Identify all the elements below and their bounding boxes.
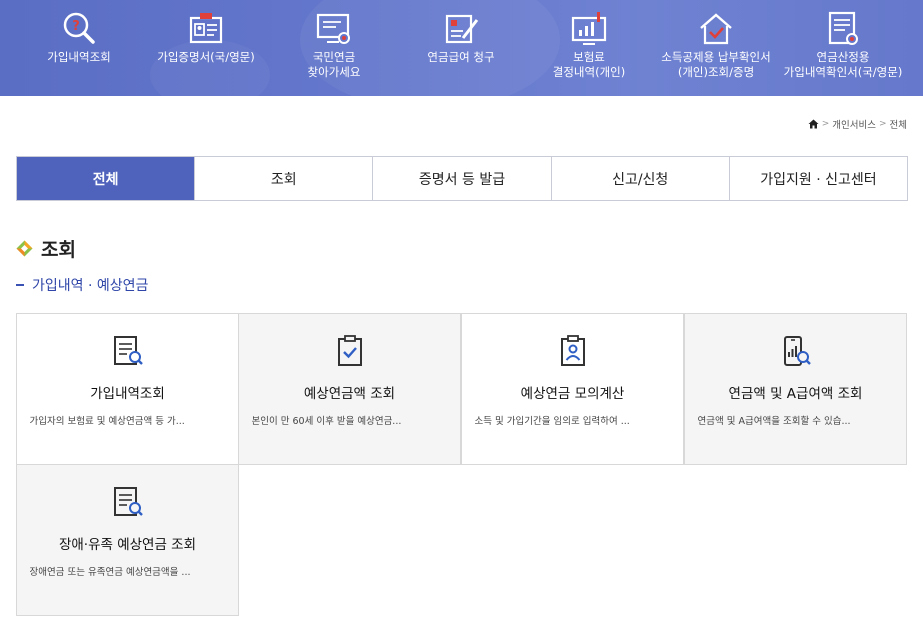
svg-text:?: ? (72, 19, 80, 34)
quick-menu-banner: ? 가입내역조회 가입증명서(국/영문) 국민연금 찾아가세요 연금급여 청구 … (0, 0, 923, 96)
phone-chart-search-icon (783, 336, 811, 366)
tab-certificate-issue[interactable]: 증명서 등 발급 (372, 157, 551, 200)
form-pen-icon (445, 14, 479, 44)
id-card-icon (189, 13, 223, 44)
dash-bullet-icon (16, 284, 24, 286)
monitor-search-icon (316, 13, 350, 44)
subsection-title: 가입내역 · 예상연금 (32, 278, 149, 294)
card-title: 가입내역조회 (90, 386, 165, 402)
card-title: 장애·유족 예상연금 조회 (58, 537, 197, 553)
document-search-icon (828, 11, 858, 45)
tab-inquiry[interactable]: 조회 (194, 157, 373, 200)
quick-menu-item-enrollment-history[interactable]: ? 가입내역조회 (16, 10, 142, 90)
quick-menu-label: 가입내역조회 (47, 50, 111, 64)
service-card-pension-simulation[interactable]: 예상연금 모의계산 소득 및 가입기간을 임의로 입력하여 ... (461, 313, 684, 465)
quick-menu-label: 연금급여 청구 (427, 50, 495, 64)
service-card-expected-pension[interactable]: 예상연금액 조회 본인이 만 60세 이후 받을 예상연금... (238, 313, 461, 465)
home-icon[interactable] (808, 119, 819, 129)
section-title: 조회 (41, 238, 76, 261)
breadcrumb: > 개인서비스 > 전체 (808, 116, 907, 132)
clipboard-person-icon (560, 335, 585, 366)
quick-menu-label: 가입증명서(국/영문) (157, 50, 255, 64)
card-description: 소득 및 가입기간을 임의로 입력하여 ... (474, 416, 630, 427)
subsection-heading: 가입내역 · 예상연금 (16, 275, 148, 295)
quick-menu-label: 연금산정용 가입내역확인서(국/영문) (783, 50, 903, 79)
quick-menu-item-pension-calc-certificate[interactable]: 연금산정용 가입내역확인서(국/영문) (780, 10, 906, 90)
diamond-bullet-icon (16, 240, 33, 256)
breadcrumb-separator-icon: > (821, 119, 830, 129)
document-search-icon (113, 336, 143, 365)
service-card-pension-amount[interactable]: 연금액 및 A급여액 조회 연금액 및 A급여액을 조회할 수 있습... (684, 313, 907, 465)
breadcrumb-item[interactable]: 개인서비스 (832, 117, 876, 131)
quick-menu-item-find-pension[interactable]: 국민연금 찾아가세요 (271, 10, 397, 90)
card-description: 장애연금 또는 유족연금 예상연금액을 ... (29, 567, 191, 578)
tab-all[interactable]: 전체 (17, 157, 195, 200)
quick-menu-label: 보험료 결정내역(개인) (552, 50, 626, 79)
quick-menu-item-premium-decision[interactable]: 보험료 결정내역(개인) (526, 10, 652, 90)
service-card-grid: 가입내역조회 가입자의 보험료 및 예상연금액 등 가... 예상연금액 조회 … (16, 313, 908, 616)
card-description: 연금액 및 A급여액을 조회할 수 있습... (697, 416, 851, 427)
service-card-enrollment-history[interactable]: 가입내역조회 가입자의 보험료 및 예상연금액 등 가... (16, 313, 239, 465)
chart-screen-icon (571, 12, 607, 45)
breadcrumb-separator-icon: > (878, 119, 887, 129)
service-card-disability-survivor-pension[interactable]: 장애·유족 예상연금 조회 장애연금 또는 유족연금 예상연금액을 ... (16, 464, 239, 616)
quick-menu-item-tax-deduction[interactable]: 소득공제용 납부확인서 (개인)조회/증명 (653, 10, 779, 90)
clipboard-check-icon (337, 335, 362, 366)
quick-menu-item-enrollment-certificate[interactable]: 가입증명서(국/영문) (143, 10, 269, 90)
quick-menu-label: 국민연금 찾아가세요 (307, 50, 361, 79)
quick-menu-item-benefit-claim[interactable]: 연금급여 청구 (398, 10, 524, 90)
card-description: 본인이 만 60세 이후 받을 예상연금... (251, 416, 402, 427)
card-description: 가입자의 보험료 및 예상연금액 등 가... (29, 416, 185, 427)
quick-menu-label: 소득공제용 납부확인서 (개인)조회/증명 (661, 50, 771, 79)
card-title: 연금액 및 A급여액 조회 (728, 386, 863, 402)
card-title: 예상연금 모의계산 (520, 386, 625, 402)
tab-report-apply[interactable]: 신고/신청 (550, 157, 729, 200)
category-tabs: 전체 조회 증명서 등 발급 신고/신청 가입지원 · 신고센터 (16, 156, 908, 201)
card-title: 예상연금액 조회 (303, 386, 396, 402)
tab-enrollment-support[interactable]: 가입지원 · 신고센터 (728, 157, 908, 200)
breadcrumb-item-current: 전체 (889, 120, 907, 131)
document-search-icon (113, 487, 143, 516)
house-check-icon (700, 13, 732, 45)
search-question-icon: ? (63, 12, 95, 44)
section-heading: 조회 (16, 234, 76, 262)
